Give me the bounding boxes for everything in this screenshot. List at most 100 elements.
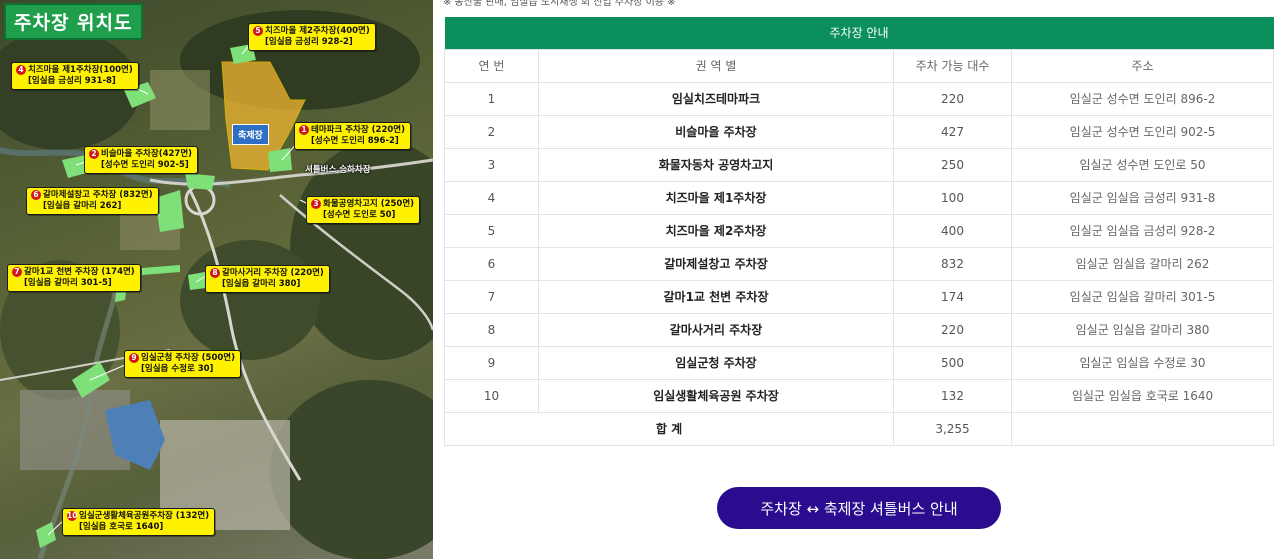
row-count: 400 (893, 213, 1012, 248)
row-number: 1 (444, 81, 539, 116)
table-total-row: 합 계 3,255 (444, 411, 1274, 446)
row-number: 6 (444, 246, 539, 281)
page: 주차장 위치도 축제장 셔틀버스 승하차장 1 테마파크 주차장 (220면) [… (0, 0, 1280, 559)
map-label-title: 임실군생활체육공원주차장 (132면) (79, 511, 210, 521)
map-label-6: 6 갈마제설창고 주차장 (832면) [임실읍 갈마리 262] (26, 187, 159, 215)
row-address: 임실군 임실읍 갈마리 301-5 (1011, 279, 1274, 314)
row-count: 132 (893, 378, 1012, 413)
row-address: 임실군 임실읍 금성리 928-2 (1011, 213, 1274, 248)
table-row: 4 치즈마을 제1주차장 100 임실군 임실읍 금성리 931-8 (444, 180, 1274, 215)
row-count: 220 (893, 312, 1012, 347)
col-header-count: 주차 가능 대수 (893, 48, 1012, 83)
map-label-address: [임실읍 금성리 931-8] (28, 76, 116, 86)
table-row: 5 치즈마을 제2주차장 400 임실군 임실읍 금성리 928-2 (444, 213, 1274, 248)
table-row: 3 화물자동차 공영차고지 250 임실군 성수면 도인로 50 (444, 147, 1274, 182)
map-label-8: 8 갈마사거리 주차장 (220면) [임실읍 갈마리 380] (205, 265, 330, 293)
row-name: 치즈마을 제1주차장 (538, 180, 894, 215)
table-header-row: 연 번 권 역 별 주차 가능 대수 주소 (444, 48, 1274, 83)
row-number: 5 (444, 213, 539, 248)
marker-number: 1 (299, 125, 309, 135)
total-count: 3,255 (893, 411, 1012, 446)
row-number: 4 (444, 180, 539, 215)
row-name: 갈마1교 천변 주차장 (538, 279, 894, 314)
row-count: 250 (893, 147, 1012, 182)
marker-number: 6 (31, 190, 41, 200)
col-header-name: 권 역 별 (538, 48, 894, 83)
map-label-address: [임실읍 금성리 928-2] (265, 37, 353, 47)
marker-number: 4 (16, 65, 26, 75)
map-label-title: 임실군청 주차장 (500면) (141, 353, 235, 363)
map-label-title: 갈마사거리 주차장 (220면) (222, 268, 324, 278)
row-count: 174 (893, 279, 1012, 314)
row-name: 갈마제설창고 주차장 (538, 246, 894, 281)
map-title: 주차장 위치도 (4, 3, 143, 40)
marker-number: 9 (129, 353, 139, 363)
marker-number: 10 (67, 511, 78, 521)
table-caption: 주차장 안내 (444, 17, 1274, 49)
row-number: 2 (444, 114, 539, 149)
row-name: 임실치즈테마파크 (538, 81, 894, 116)
shuttle-bus-info-button[interactable]: 주차장 ↔ 축제장 셔틀버스 안내 (717, 487, 1001, 529)
row-address: 임실군 성수면 도인리 896-2 (1011, 81, 1274, 116)
parking-location-map: 주차장 위치도 축제장 셔틀버스 승하차장 1 테마파크 주차장 (220면) [… (0, 0, 433, 559)
row-name: 갈마사거리 주차장 (538, 312, 894, 347)
table-row: 9 임실군청 주차장 500 임실군 임실읍 수정로 30 (444, 345, 1274, 380)
marker-number: 5 (253, 26, 263, 36)
map-label-5: 5 치즈마을 제2주차장(400면) [임실읍 금성리 928-2] (248, 23, 376, 51)
festival-site-label: 축제장 (232, 124, 269, 145)
map-label-address: [성수면 도인리 896-2] (311, 136, 399, 146)
marker-number: 2 (89, 149, 99, 159)
shuttle-stop-label: 셔틀버스 승하차장 (305, 165, 371, 175)
col-header-address: 주소 (1011, 48, 1274, 83)
map-label-4: 4 치즈마을 제1주차장(100면) [임실읍 금성리 931-8] (11, 62, 139, 90)
map-label-address: [임실읍 갈마리 380] (222, 279, 301, 289)
row-name: 비슬마을 주차장 (538, 114, 894, 149)
map-label-7: 7 갈마1교 천변 주차장 (174면) [임실읍 갈마리 301-5] (7, 264, 141, 292)
table-row: 7 갈마1교 천변 주차장 174 임실군 임실읍 갈마리 301-5 (444, 279, 1274, 314)
notice-text: ※ 농산물 판매, 임실읍 도시재생 회 진입 주차장 이용 ※ (443, 0, 676, 8)
row-address: 임실군 임실읍 금성리 931-8 (1011, 180, 1274, 215)
parking-table: 주차장 안내 연 번 권 역 별 주차 가능 대수 주소 1 임실치즈테마파크 … (444, 17, 1274, 446)
row-number: 8 (444, 312, 539, 347)
row-name: 화물자동차 공영차고지 (538, 147, 894, 182)
table-row: 10 임실생활체육공원 주차장 132 임실군 임실읍 호국로 1640 (444, 378, 1274, 413)
map-label-title: 갈마1교 천변 주차장 (174면) (24, 267, 135, 277)
row-address: 임실군 임실읍 갈마리 380 (1011, 312, 1274, 347)
table-row: 2 비슬마을 주차장 427 임실군 성수면 도인리 902-5 (444, 114, 1274, 149)
row-number: 3 (444, 147, 539, 182)
map-label-address: [임실읍 수정로 30] (141, 364, 214, 374)
map-label-address: [성수면 도인로 50] (323, 210, 396, 220)
row-count: 100 (893, 180, 1012, 215)
map-label-10: 10 임실군생활체육공원주차장 (132면) [임실읍 호국로 1640] (62, 508, 216, 536)
map-label-9: 9 임실군청 주차장 (500면) [임실읍 수정로 30] (124, 350, 241, 378)
row-count: 427 (893, 114, 1012, 149)
marker-number: 3 (311, 199, 321, 209)
map-label-address: [임실읍 갈마리 301-5] (24, 278, 112, 288)
row-count: 500 (893, 345, 1012, 380)
map-label-3: 3 화물공영차고지 (250면) [성수면 도인로 50] (306, 196, 421, 224)
map-label-address: [성수면 도인리 902-5] (101, 160, 189, 170)
col-header-number: 연 번 (444, 48, 539, 83)
row-address: 임실군 성수면 도인로 50 (1011, 147, 1274, 182)
map-label-address: [임실읍 호국로 1640] (79, 522, 164, 532)
map-label-title: 치즈마을 제2주차장(400면) (265, 26, 370, 36)
row-name: 치즈마을 제2주차장 (538, 213, 894, 248)
table-row: 8 갈마사거리 주차장 220 임실군 임실읍 갈마리 380 (444, 312, 1274, 347)
row-number: 10 (444, 378, 539, 413)
map-label-address: [임실읍 갈마리 262] (43, 201, 122, 211)
marker-number: 7 (12, 267, 22, 277)
row-address: 임실군 임실읍 수정로 30 (1011, 345, 1274, 380)
map-label-1: 1 테마파크 주차장 (220면) [성수면 도인리 896-2] (294, 122, 411, 150)
row-count: 220 (893, 81, 1012, 116)
row-name: 임실군청 주차장 (538, 345, 894, 380)
row-count: 832 (893, 246, 1012, 281)
total-empty-cell (1011, 411, 1274, 446)
table-row: 6 갈마제설창고 주차장 832 임실군 임실읍 갈마리 262 (444, 246, 1274, 281)
map-label-title: 테마파크 주차장 (220면) (311, 125, 405, 135)
table-row: 1 임실치즈테마파크 220 임실군 성수면 도인리 896-2 (444, 81, 1274, 116)
marker-number: 8 (210, 268, 220, 278)
row-address: 임실군 임실읍 갈마리 262 (1011, 246, 1274, 281)
map-label-title: 갈마제설창고 주차장 (832면) (43, 190, 153, 200)
map-label-2: 2 비슬마을 주차장(427면) [성수면 도인리 902-5] (84, 146, 199, 174)
map-label-title: 치즈마을 제1주차장(100면) (28, 65, 133, 75)
